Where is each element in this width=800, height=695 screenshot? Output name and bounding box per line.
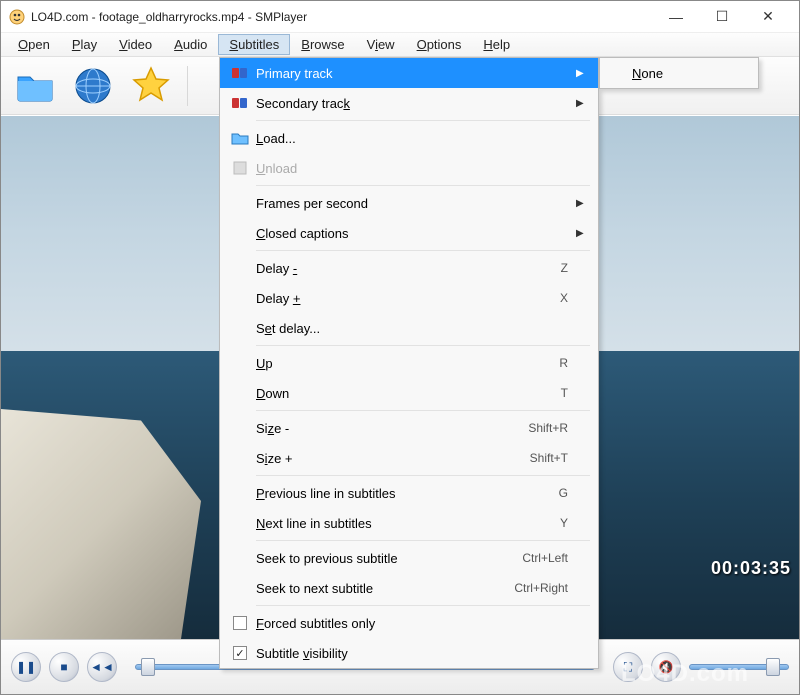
shortcut-label: Shift+T (530, 451, 576, 465)
primary-track-submenu: None (599, 57, 759, 89)
menu-item-label: Seek to next subtitle (254, 581, 514, 596)
submenu-arrow-icon: ▶ (576, 228, 588, 239)
folder-icon[interactable] (13, 64, 57, 108)
menu-item-subtitle-visibility[interactable]: ✓ Subtitle visibility (220, 638, 598, 668)
menu-item-label: Delay - (254, 261, 561, 276)
volume-slider[interactable] (689, 664, 789, 670)
menu-item-previous-line-in-subtitles[interactable]: Previous line in subtitlesG (220, 478, 598, 508)
menu-help[interactable]: Help (472, 34, 521, 55)
menu-item-label: Down (254, 386, 561, 401)
track-icon (226, 65, 254, 81)
submenu-item-none[interactable]: None (600, 58, 758, 88)
menu-item-size[interactable]: Size +Shift+T (220, 443, 598, 473)
menu-item-up[interactable]: UpR (220, 348, 598, 378)
menu-browse[interactable]: Browse (290, 34, 355, 55)
menu-item-load[interactable]: Load... (220, 123, 598, 153)
globe-icon[interactable] (71, 64, 115, 108)
menu-item-next-line-in-subtitles[interactable]: Next line in subtitlesY (220, 508, 598, 538)
menu-item-primary-track[interactable]: Primary track▶ (220, 58, 598, 88)
shortcut-label: Z (561, 261, 576, 275)
fullscreen-button[interactable]: ⛶ (613, 652, 643, 682)
menu-item-label: Frames per second (254, 196, 576, 211)
menu-open[interactable]: Open (7, 34, 61, 55)
submenu-arrow-icon: ▶ (576, 198, 588, 209)
shortcut-label: R (559, 356, 576, 370)
menu-audio[interactable]: Audio (163, 34, 218, 55)
shortcut-label: Ctrl+Left (522, 551, 576, 565)
shortcut-label: Shift+R (528, 421, 576, 435)
menu-item-closed-captions[interactable]: Closed captions▶ (220, 218, 598, 248)
menu-item-size[interactable]: Size -Shift+R (220, 413, 598, 443)
titlebar: LO4D.com - footage_oldharryrocks.mp4 - S… (1, 1, 799, 33)
menu-item-seek-to-previous-subtitle[interactable]: Seek to previous subtitleCtrl+Left (220, 543, 598, 573)
app-icon (9, 9, 25, 25)
submenu-arrow-icon: ▶ (576, 98, 588, 109)
menu-item-frames-per-second[interactable]: Frames per second▶ (220, 188, 598, 218)
menu-item-label: Forced subtitles only (254, 616, 576, 631)
checkbox-icon: ✓ (233, 646, 247, 660)
mute-button[interactable]: 🔇 (651, 652, 681, 682)
menu-item-forced-subtitles-only[interactable]: Forced subtitles only (220, 608, 598, 638)
menu-item-label: Previous line in subtitles (254, 486, 559, 501)
favorite-icon[interactable] (129, 64, 173, 108)
menu-item-label: Set delay... (254, 321, 576, 336)
menu-item-label: Load... (254, 131, 576, 146)
close-button[interactable]: ✕ (745, 2, 791, 32)
menu-item-label: Secondary track (254, 96, 576, 111)
menu-play[interactable]: Play (61, 34, 108, 55)
menu-item-label: Delay + (254, 291, 560, 306)
track2-icon (226, 95, 254, 111)
menu-item-label: Closed captions (254, 226, 576, 241)
menu-item-label: Next line in subtitles (254, 516, 560, 531)
stop-button[interactable]: ■ (49, 652, 79, 682)
doc-icon (226, 161, 254, 175)
shortcut-label: T (561, 386, 576, 400)
menu-item-label: Subtitle visibility (254, 646, 576, 661)
folder-icon (226, 131, 254, 145)
pause-button[interactable]: ❚❚ (11, 652, 41, 682)
maximize-button[interactable]: ☐ (699, 2, 745, 32)
menu-item-delay[interactable]: Delay +X (220, 283, 598, 313)
menu-item-secondary-track[interactable]: Secondary track▶ (220, 88, 598, 118)
shortcut-label: Y (560, 516, 576, 530)
menu-item-seek-to-next-subtitle[interactable]: Seek to next subtitleCtrl+Right (220, 573, 598, 603)
menu-item-label: Size + (254, 451, 530, 466)
menu-item-label: Unload (254, 161, 576, 176)
shortcut-label: X (560, 291, 576, 305)
menu-item-delay[interactable]: Delay -Z (220, 253, 598, 283)
subtitles-dropdown: Primary track▶Secondary track▶Load...Unl… (219, 57, 599, 669)
timestamp-overlay: 00:03:35 (711, 558, 791, 579)
menu-view[interactable]: View (356, 34, 406, 55)
submenu-arrow-icon: ▶ (576, 68, 588, 79)
prev-button[interactable]: ◄◄ (87, 652, 117, 682)
shortcut-label: G (559, 486, 576, 500)
window-title: LO4D.com - footage_oldharryrocks.mp4 - S… (31, 10, 653, 24)
menu-video[interactable]: Video (108, 34, 163, 55)
menu-item-label: Primary track (254, 66, 576, 81)
minimize-button[interactable]: — (653, 2, 699, 32)
app-window: LO4D.com - footage_oldharryrocks.mp4 - S… (0, 0, 800, 695)
menu-item-label: Seek to previous subtitle (254, 551, 522, 566)
menu-item-set-delay[interactable]: Set delay... (220, 313, 598, 343)
shortcut-label: Ctrl+Right (514, 581, 576, 595)
menu-options[interactable]: Options (406, 34, 473, 55)
menu-item-unload: Unload (220, 153, 598, 183)
menu-item-label: Size - (254, 421, 528, 436)
checkbox-icon (233, 616, 247, 630)
menubar: Open Play Video Audio Subtitles Browse V… (1, 33, 799, 57)
menu-item-label: Up (254, 356, 559, 371)
menu-item-down[interactable]: DownT (220, 378, 598, 408)
menu-subtitles[interactable]: Subtitles (218, 34, 290, 55)
